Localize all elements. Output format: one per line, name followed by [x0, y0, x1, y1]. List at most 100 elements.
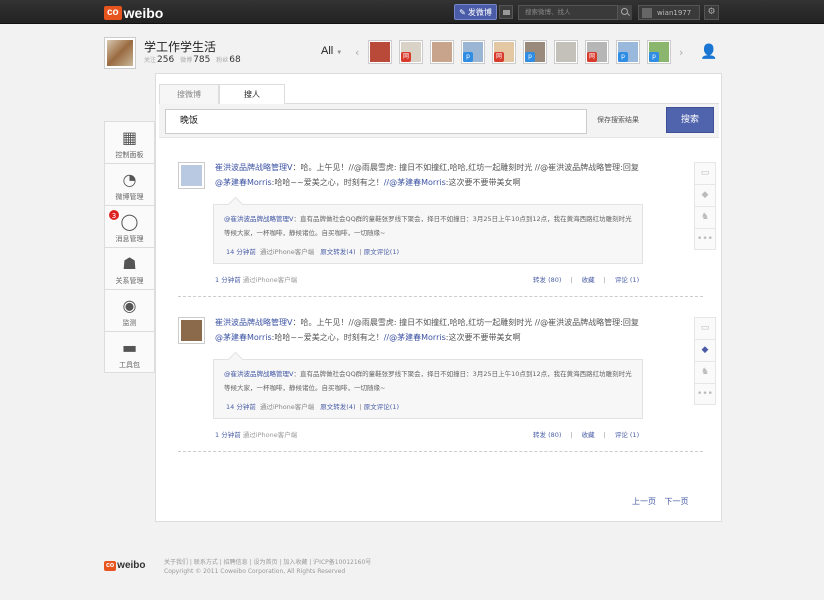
- post-text-c: :这次要不要带美女啊: [445, 178, 521, 187]
- tag-icon[interactable]: ◆: [694, 184, 716, 206]
- platform-badge-icon: 网: [587, 52, 597, 62]
- post-actions: 转发 (80) | 收藏 | 评论 (1): [533, 431, 640, 439]
- mention-link[interactable]: //@茅建春Morris: [384, 178, 446, 187]
- tab-search-people[interactable]: 搜人: [219, 84, 285, 105]
- friend-avatar[interactable]: p: [616, 40, 640, 64]
- quoted-time-link[interactable]: 14 分钟前: [226, 248, 256, 256]
- quoted-comment-link[interactable]: 原文评论(1): [364, 248, 399, 256]
- post-author-avatar[interactable]: [178, 162, 205, 189]
- top-search-input[interactable]: 搜索微博、找人: [518, 5, 632, 20]
- quoted-post: @崔洪波品牌战略管理V：直有品牌做社会QQ群的童鞋张罗线下聚会，择日不如撞日：3…: [213, 359, 643, 419]
- sidenav-item[interactable]: ☗ 关系管理: [104, 247, 155, 289]
- friend-avatar[interactable]: 网: [585, 40, 609, 64]
- quoted-repost-link[interactable]: 原文转发(4): [320, 248, 355, 256]
- comment-link[interactable]: 评论 (1): [615, 276, 639, 284]
- post-author-avatar[interactable]: [178, 317, 205, 344]
- search-panel: 搜微博 搜人 晚饭 保存搜索结果 搜索 崔洪波品牌战略管理V：哈。上午见！//@…: [155, 73, 722, 522]
- prev-page-link[interactable]: 上一页: [632, 497, 656, 506]
- chevron-left-icon[interactable]: ‹: [355, 46, 359, 59]
- favorite-link[interactable]: 收藏: [582, 431, 595, 439]
- quoted-time-link[interactable]: 14 分钟前: [226, 403, 256, 411]
- quoted-repost-link[interactable]: 原文转发(4): [320, 403, 355, 411]
- profile-avatar[interactable]: [104, 37, 136, 69]
- eye-icon: ◉: [122, 296, 137, 315]
- sidenav-label: 监测: [122, 319, 137, 327]
- pencil-icon: ✎: [459, 7, 466, 17]
- friend-avatar[interactable]: p: [523, 40, 547, 64]
- dog-icon[interactable]: ♞: [694, 361, 716, 383]
- dog-icon[interactable]: ♞: [694, 206, 716, 228]
- quoted-via: 通过iPhone客户端: [259, 403, 315, 411]
- quoted-author[interactable]: @崔洪波品牌战略管理V: [224, 215, 293, 223]
- more-icon[interactable]: •••: [694, 383, 716, 405]
- sidenav-item[interactable]: ◔ 微博管理: [104, 163, 155, 205]
- post-weibo-label: 发微博: [467, 7, 492, 17]
- more-icon[interactable]: •••: [694, 228, 716, 250]
- friend-avatar[interactable]: p: [647, 40, 671, 64]
- sidenav-item[interactable]: ◉ 监测: [104, 289, 155, 331]
- friend-avatar[interactable]: [430, 40, 454, 64]
- next-page-link[interactable]: 下一页: [665, 497, 689, 506]
- profile-header: 学工作学生活 关注256 微博785 粉丝68 All ▼ ‹ 网 p 网 p 网 p p …: [0, 24, 824, 76]
- profile-name[interactable]: 学工作学生活: [144, 38, 216, 55]
- mention-link[interactable]: @茅建春Morris: [215, 333, 272, 342]
- side-nav: ▦ 控制面板 ◔ 微博管理 ◯ 消息管理 3 ☗ 关系管理 ◉ 监测 ▬ 工具包: [104, 121, 155, 373]
- folder-icon[interactable]: ▭: [694, 162, 716, 184]
- footer-logo-weibo: weibo: [117, 560, 146, 571]
- sidenav-item[interactable]: ◯ 消息管理 3: [104, 205, 155, 247]
- quoted-author[interactable]: @崔洪波品牌战略管理V: [224, 370, 293, 378]
- friend-avatar[interactable]: [368, 40, 392, 64]
- post-author[interactable]: 崔洪波品牌战略管理V: [215, 318, 292, 327]
- friend-strip: ‹ 网 p 网 p 网 p p ›: [352, 38, 692, 68]
- stat-value[interactable]: 256: [157, 55, 174, 65]
- comment-link[interactable]: 评论 (1): [615, 431, 639, 439]
- repost-link[interactable]: 转发 (80): [533, 276, 561, 284]
- folder-icon[interactable]: ▭: [694, 317, 716, 339]
- post-time-link[interactable]: 1 分钟前: [215, 431, 241, 439]
- friend-avatar[interactable]: [554, 40, 578, 64]
- post-tools: ▭ ◆ ♞ •••: [694, 162, 718, 250]
- tab-search-posts[interactable]: 搜微博: [159, 84, 219, 104]
- platform-badge-icon: 网: [494, 52, 504, 62]
- quoted-text: @崔洪波品牌战略管理V：直有品牌做社会QQ群的童鞋张罗线下聚会，择日不如撞日：3…: [224, 367, 634, 395]
- favorite-link[interactable]: 收藏: [582, 276, 595, 284]
- friend-avatar[interactable]: 网: [492, 40, 516, 64]
- footer-logo-co: co: [104, 560, 117, 571]
- post-time-link[interactable]: 1 分钟前: [215, 276, 241, 284]
- sidenav-item[interactable]: ▬ 工具包: [104, 331, 155, 373]
- group-filter-dropdown[interactable]: All ▼: [321, 45, 342, 57]
- user-menu[interactable]: wian1977: [638, 5, 700, 20]
- platform-badge-icon: 网: [401, 52, 411, 62]
- footer-logo[interactable]: co weibo: [104, 560, 146, 571]
- save-search-link[interactable]: 保存搜索结果: [597, 115, 639, 125]
- sidenav-item[interactable]: ▦ 控制面板: [104, 121, 155, 163]
- sidenav-label: 工具包: [119, 361, 140, 369]
- folder-icon[interactable]: [499, 5, 513, 19]
- mention-link[interactable]: //@茅建春Morris: [384, 333, 446, 342]
- friend-avatar[interactable]: 网: [399, 40, 423, 64]
- mention-link[interactable]: @茅建春Morris: [215, 178, 272, 187]
- repost-link[interactable]: 转发 (80): [533, 431, 561, 439]
- search-input[interactable]: 晚饭: [165, 109, 587, 134]
- gear-icon[interactable]: ⚙: [704, 5, 719, 20]
- footer-nav[interactable]: 关于我们 | 联系方式 | 招聘信息 | 设为首页 | 加入收藏 | 沪ICP备…: [164, 558, 371, 567]
- chevron-right-icon[interactable]: ›: [679, 46, 683, 59]
- platform-badge-icon: p: [463, 52, 473, 62]
- tag-icon[interactable]: ◆: [694, 339, 716, 361]
- stat-value[interactable]: 68: [229, 55, 240, 65]
- quoted-comment-link[interactable]: 原文评论(1): [364, 403, 399, 411]
- post-text-c: :这次要不要带美女啊: [445, 333, 521, 342]
- toolbox-icon: ▬: [121, 338, 138, 357]
- people-icon: ☗: [122, 254, 137, 273]
- search-button[interactable]: 搜索: [666, 107, 714, 133]
- stat-value[interactable]: 785: [193, 55, 210, 65]
- friend-avatar[interactable]: p: [461, 40, 485, 64]
- post-weibo-button[interactable]: ✎ 发微博: [454, 4, 497, 20]
- footer-links: 关于我们 | 联系方式 | 招聘信息 | 设为首页 | 加入收藏 | 沪ICP备…: [164, 558, 371, 576]
- post-divider: [178, 451, 703, 452]
- search-icon[interactable]: [617, 5, 632, 20]
- logo[interactable]: co weibo: [104, 5, 163, 21]
- post-author[interactable]: 崔洪波品牌战略管理V: [215, 163, 292, 172]
- add-friend-icon[interactable]: 👤: [700, 44, 717, 60]
- chevron-down-icon: ▼: [336, 50, 343, 56]
